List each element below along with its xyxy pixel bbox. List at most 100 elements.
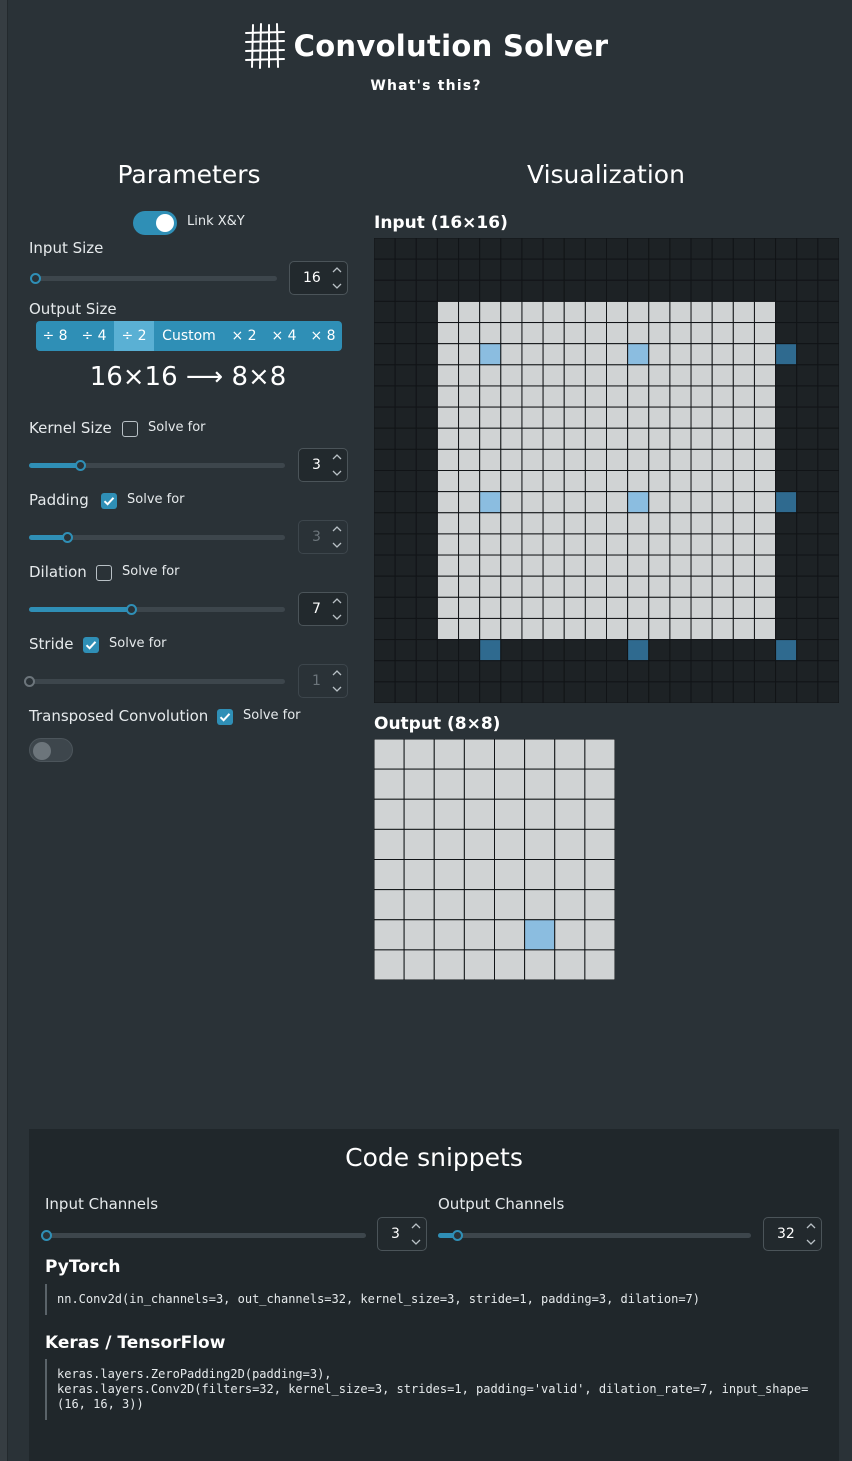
- grid-cell: [775, 639, 798, 662]
- grid-cell: [500, 406, 523, 429]
- slider-thumb[interactable]: [126, 604, 137, 615]
- grid-cell: [374, 364, 396, 387]
- grid-cell: [521, 660, 544, 683]
- grid-cell: [394, 427, 417, 450]
- grid-cell: [732, 385, 755, 408]
- grid-cell: [374, 385, 396, 408]
- grid-cell: [374, 768, 405, 800]
- grid-cell: [521, 364, 544, 387]
- checkmark-icon: [219, 713, 231, 722]
- output-x2-button[interactable]: × 2: [224, 321, 264, 351]
- grid-cell: [690, 596, 713, 619]
- grid-cell: [753, 596, 777, 619]
- spinner-arrows-icon: [332, 526, 342, 548]
- grid-cell: [542, 512, 565, 535]
- input-channels-slider[interactable]: [41, 1230, 366, 1241]
- grid-cell: [796, 639, 819, 662]
- output-channels-slider[interactable]: [438, 1230, 751, 1241]
- grid-cell: [711, 660, 734, 683]
- grid-cell: [394, 470, 417, 493]
- grid-cell: [796, 660, 819, 683]
- grid-cell: [690, 238, 713, 260]
- transposed-toggle[interactable]: [29, 738, 73, 762]
- output-channels-field[interactable]: 32: [763, 1217, 822, 1251]
- grid-cell: [669, 639, 692, 662]
- link-xy-toggle[interactable]: [133, 211, 177, 235]
- grid-cell: [500, 427, 523, 450]
- grid-cell: [500, 364, 523, 387]
- grid-cell: [415, 533, 438, 556]
- spinner-arrows-icon[interactable]: [805, 1221, 817, 1247]
- input-size-field[interactable]: 16: [289, 261, 348, 295]
- grid-cell: [415, 617, 438, 641]
- grid-cell: [374, 470, 396, 493]
- transposed-solve-for-checkbox[interactable]: [217, 709, 233, 725]
- grid-cell: [479, 427, 502, 450]
- visualization-heading: Visualization: [527, 160, 685, 189]
- grid-cell: [690, 258, 713, 281]
- slider-fill: [29, 607, 131, 612]
- output-div8-button[interactable]: ÷ 8: [36, 321, 74, 351]
- spinner-arrows-icon[interactable]: [331, 452, 343, 478]
- input-channels-label: Input Channels: [45, 1195, 159, 1213]
- grid-cell: [796, 258, 819, 281]
- output-x4-button[interactable]: × 4: [264, 321, 304, 351]
- spinner-arrows-icon[interactable]: [331, 596, 343, 622]
- slider-thumb[interactable]: [75, 460, 86, 471]
- output-div2-button[interactable]: ÷ 2: [114, 321, 154, 351]
- output-div4-button[interactable]: ÷ 4: [74, 321, 114, 351]
- grid-cell: [458, 448, 481, 471]
- input-channels-field[interactable]: 3: [377, 1217, 427, 1251]
- padding-label: Padding: [29, 491, 89, 509]
- page-header: Convolution Solver What's this?: [0, 22, 852, 94]
- kernel-solve-for-checkbox[interactable]: [122, 421, 138, 437]
- spinner-arrows-icon[interactable]: [331, 265, 343, 291]
- grid-cell: [753, 343, 777, 366]
- kernel-size-field[interactable]: 3: [298, 448, 348, 482]
- grid-cell: [606, 491, 629, 514]
- checkmark-icon: [103, 497, 115, 506]
- grid-cell: [458, 258, 481, 281]
- spinner-arrows-icon[interactable]: [410, 1221, 422, 1247]
- grid-cell: [627, 575, 650, 598]
- grid-cell: [374, 681, 396, 703]
- grid-cell: [458, 596, 481, 619]
- output-custom-button[interactable]: Custom: [154, 321, 224, 351]
- whats-this-link[interactable]: What's this?: [0, 78, 852, 94]
- grid-cell: [458, 681, 481, 703]
- grid-cell: [690, 470, 713, 493]
- grid-cell: [524, 859, 556, 891]
- grid-cell: [627, 533, 650, 556]
- grid-cell: [690, 364, 713, 387]
- grid-cell: [403, 889, 435, 921]
- output-x8-button[interactable]: × 8: [304, 321, 342, 351]
- slider-thumb[interactable]: [41, 1230, 52, 1241]
- keras-code[interactable]: keras.layers.ZeroPadding2D(padding=3), k…: [45, 1359, 825, 1420]
- grid-cell: [458, 554, 481, 577]
- dilation-field[interactable]: 7: [298, 592, 348, 626]
- grid-cell: [542, 491, 565, 514]
- grid-cell: [753, 300, 777, 324]
- grid-cell: [775, 322, 798, 345]
- stride-solve-for-checkbox[interactable]: [83, 637, 99, 653]
- grid-cell: [648, 470, 671, 493]
- dilation-slider[interactable]: [29, 604, 285, 615]
- grid-cell: [817, 238, 839, 260]
- grid-cell: [494, 828, 526, 860]
- padding-solve-for-checkbox[interactable]: [101, 493, 117, 509]
- grid-cell: [817, 385, 839, 408]
- grid-cell: [711, 322, 734, 345]
- grid-cell: [436, 448, 460, 471]
- slider-thumb[interactable]: [452, 1230, 463, 1241]
- grid-cell: [732, 512, 755, 535]
- grid-cell: [732, 491, 755, 514]
- pytorch-code[interactable]: nn.Conv2d(in_channels=3, out_channels=32…: [45, 1284, 700, 1315]
- grid-cell: [500, 385, 523, 408]
- grid-cell: [753, 279, 777, 302]
- output-grid-label: Output (8×8): [374, 714, 501, 734]
- input-size-slider[interactable]: [30, 273, 277, 284]
- dilation-solve-for-checkbox[interactable]: [96, 565, 112, 581]
- grid-cell: [436, 427, 460, 450]
- slider-thumb[interactable]: [30, 273, 41, 284]
- kernel-size-slider[interactable]: [29, 460, 285, 471]
